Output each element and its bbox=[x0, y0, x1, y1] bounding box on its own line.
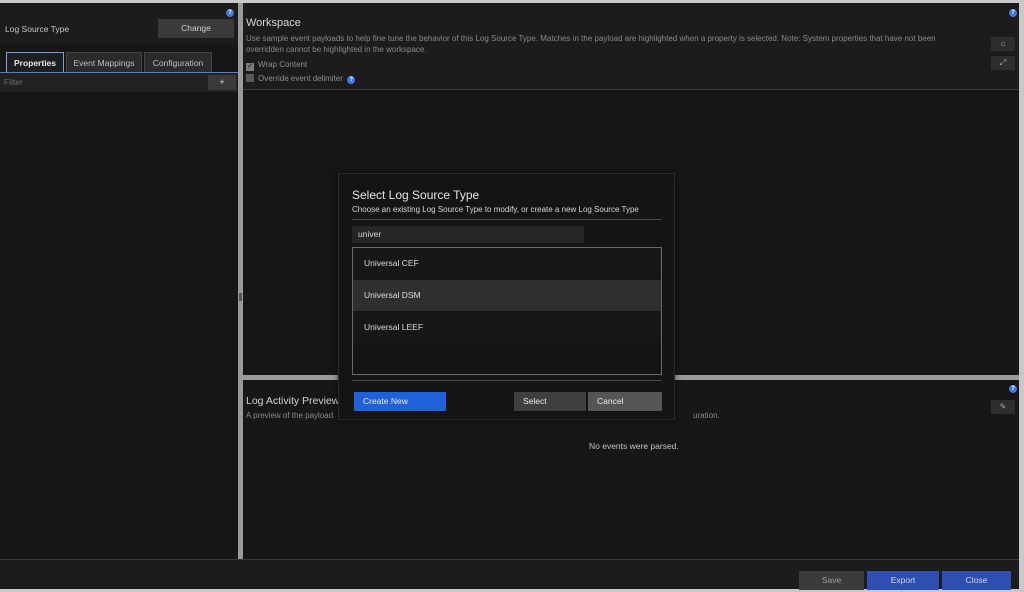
tab-event-mappings[interactable]: Event Mappings bbox=[66, 52, 142, 72]
change-button[interactable]: Change bbox=[158, 19, 234, 38]
left-tabs: Properties Event Mappings Configuration bbox=[0, 52, 238, 72]
wrap-content-label: Wrap Content bbox=[258, 60, 308, 69]
log-source-search-input[interactable]: univer bbox=[352, 226, 584, 243]
create-new-button[interactable]: Create New bbox=[354, 392, 446, 411]
workspace-header: Workspace Use sample event payloads to h… bbox=[243, 3, 1019, 90]
no-events-message: No events were parsed. bbox=[589, 441, 679, 451]
log-source-editor: Log Source Type Change ? Properties Even… bbox=[0, 3, 1019, 590]
override-delimiter-checkbox[interactable] bbox=[246, 74, 254, 82]
override-delimiter-option[interactable]: Override event delimiter ? bbox=[246, 74, 356, 84]
left-panel: Log Source Type Change ? Properties Even… bbox=[0, 3, 238, 559]
log-source-type-label: Log Source Type bbox=[5, 24, 70, 34]
list-item[interactable]: Universal CEF bbox=[353, 248, 661, 279]
filter-input[interactable]: Filter bbox=[4, 77, 23, 87]
workspace-title: Workspace bbox=[246, 17, 301, 29]
add-property-button[interactable]: + bbox=[208, 75, 236, 90]
wrap-content-checkbox[interactable]: ✓ bbox=[246, 63, 254, 71]
tab-properties[interactable]: Properties bbox=[6, 52, 64, 72]
wrench-icon[interactable]: ✎ bbox=[991, 400, 1015, 414]
clear-icon[interactable]: ⌂ bbox=[991, 37, 1015, 51]
info-icon[interactable]: ? bbox=[1009, 9, 1017, 17]
dialog-divider bbox=[352, 219, 662, 220]
dialog-divider bbox=[352, 380, 662, 381]
tab-configuration[interactable]: Configuration bbox=[144, 52, 212, 72]
splitter-grip-icon bbox=[239, 293, 242, 301]
log-source-type-row: Log Source Type Change ? bbox=[0, 3, 238, 45]
dialog-title: Select Log Source Type bbox=[352, 188, 480, 202]
info-icon[interactable]: ? bbox=[226, 9, 234, 17]
expand-icon[interactable]: ⤢ bbox=[991, 56, 1015, 70]
list-item-selected[interactable]: Universal DSM bbox=[353, 280, 661, 311]
info-icon[interactable]: ? bbox=[1009, 385, 1017, 393]
export-button[interactable]: Export bbox=[867, 571, 939, 590]
select-log-source-type-dialog: Select Log Source Type Choose an existin… bbox=[338, 173, 675, 420]
log-activity-title: Log Activity Preview bbox=[246, 395, 340, 407]
list-item[interactable]: Universal LEEF bbox=[353, 312, 661, 343]
dialog-subtitle: Choose an existing Log Source Type to mo… bbox=[352, 205, 639, 214]
save-button[interactable]: Save bbox=[799, 571, 864, 590]
info-icon[interactable]: ? bbox=[347, 76, 356, 84]
log-activity-description: A preview of the payload bbox=[246, 411, 334, 420]
cancel-button[interactable]: Cancel bbox=[588, 392, 662, 411]
filter-row: Filter + bbox=[0, 72, 238, 92]
wrap-content-option[interactable]: ✓ Wrap Content bbox=[246, 60, 307, 71]
log-source-list[interactable]: Universal CEF Universal DSM Universal LE… bbox=[352, 247, 662, 375]
select-button[interactable]: Select bbox=[514, 392, 586, 411]
close-button[interactable]: Close bbox=[942, 571, 1011, 590]
log-activity-description-end: uration. bbox=[693, 411, 720, 420]
footer-bar: Save Export Close bbox=[0, 559, 1019, 590]
override-delimiter-label: Override event delimiter bbox=[258, 74, 343, 83]
workspace-description: Use sample event payloads to help fine t… bbox=[246, 34, 936, 54]
